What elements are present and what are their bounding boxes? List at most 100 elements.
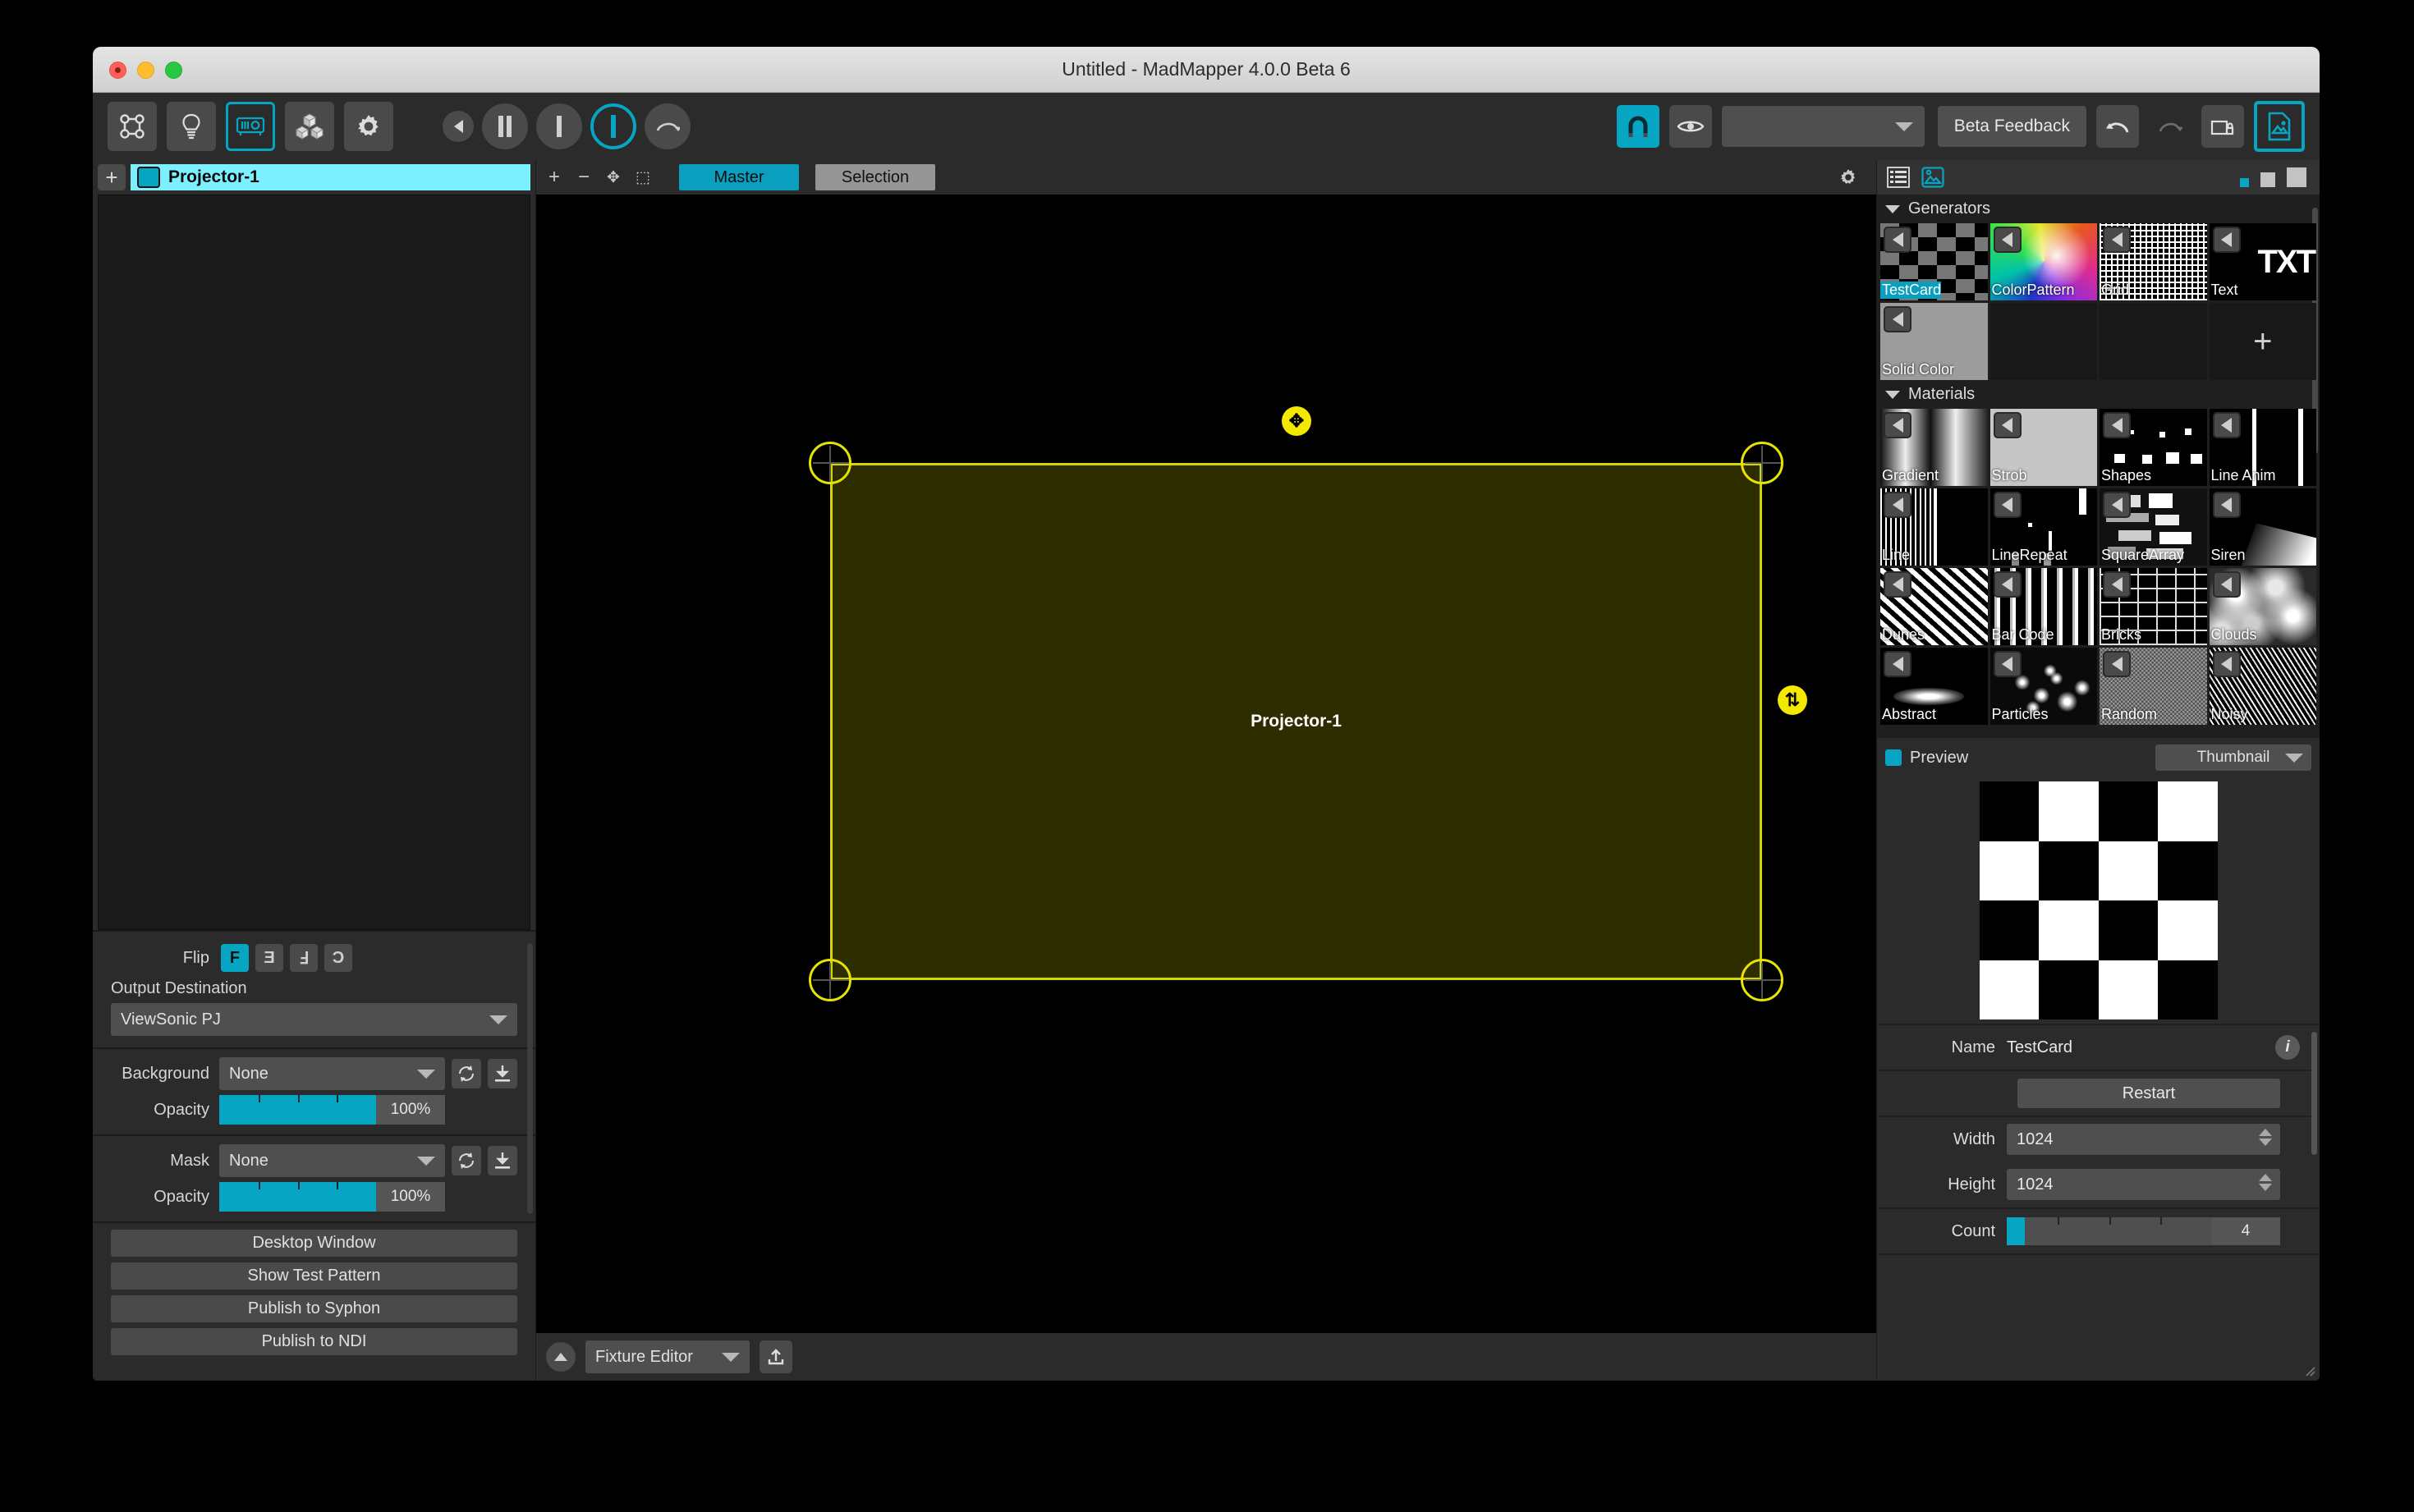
preview-play-icon[interactable] <box>1993 651 2022 677</box>
height-field[interactable]: 1024 <box>2007 1169 2280 1200</box>
material-tile-squarearray[interactable]: SquareArray <box>2100 488 2207 566</box>
size-large-button[interactable] <box>2287 167 2306 187</box>
window-resize-grip[interactable] <box>2300 1361 2316 1377</box>
preview-play-icon[interactable] <box>2103 651 2131 677</box>
preview-play-icon[interactable] <box>2103 412 2131 438</box>
preview-play-icon[interactable] <box>2212 571 2241 598</box>
preview-play-icon[interactable] <box>1993 227 2022 253</box>
snap-magnet-icon[interactable] <box>1616 105 1659 148</box>
material-tile-linerepeat[interactable]: LineRepeat <box>1989 488 2097 566</box>
count-slider[interactable] <box>2007 1217 2211 1245</box>
select-region-icon[interactable]: ⬚ <box>631 166 654 189</box>
minimize-button[interactable] <box>137 62 154 79</box>
layer-list-body[interactable] <box>98 195 530 930</box>
mask-opacity-slider[interactable] <box>219 1182 376 1212</box>
mask-select[interactable]: None <box>219 1144 445 1177</box>
background-download-icon[interactable] <box>488 1059 517 1088</box>
redo-curve-button[interactable] <box>645 103 691 149</box>
output-destination-select[interactable]: ViewSonic PJ <box>111 1003 517 1036</box>
material-tile-line[interactable]: Line <box>1880 488 1988 566</box>
flip-both-button[interactable]: Ⅎ <box>290 944 318 972</box>
height-stepper[interactable] <box>2259 1174 2272 1191</box>
generator-tile-solid-color[interactable]: Solid Color <box>1880 303 1988 380</box>
layer-item-projector-1[interactable]: Projector-1 <box>131 164 530 190</box>
properties-scrollbar[interactable] <box>2311 1032 2317 1155</box>
media-browser-icon[interactable] <box>2254 101 2305 152</box>
material-tile-line-anim[interactable]: Line Anim <box>2209 409 2316 486</box>
library-browser[interactable]: Generators TestCard ColorPattern Grid TX… <box>1877 195 2320 738</box>
material-tile-bricks[interactable]: Bricks <box>2100 568 2207 645</box>
preview-play-icon[interactable] <box>1884 651 1911 677</box>
preview-play-icon[interactable] <box>2103 492 2131 518</box>
tab-master[interactable]: Master <box>679 164 799 190</box>
add-generator-button[interactable]: + <box>2209 303 2316 380</box>
generator-tile-text[interactable]: TXT Text <box>2209 223 2316 300</box>
lock-output-window-icon[interactable] <box>2201 105 2244 148</box>
material-tile-gradient[interactable]: Gradient <box>1880 409 1988 486</box>
preview-play-icon[interactable] <box>2212 651 2241 677</box>
name-value[interactable]: TestCard <box>2007 1038 2072 1057</box>
restart-button[interactable]: Restart <box>2017 1079 2280 1108</box>
surface-corner-handle-tl[interactable] <box>809 442 851 484</box>
preview-play-icon[interactable] <box>1993 492 2022 518</box>
preview-area[interactable] <box>1877 777 2320 1024</box>
preview-play-icon[interactable] <box>1884 492 1911 518</box>
add-surface-icon[interactable]: + <box>543 166 566 189</box>
add-layer-button[interactable]: + <box>98 164 126 190</box>
materials-section-header[interactable]: Materials <box>1877 380 2320 409</box>
preview-play-icon[interactable] <box>2212 227 2241 253</box>
play-cue-button[interactable] <box>590 103 636 149</box>
remove-surface-icon[interactable]: − <box>572 166 595 189</box>
previous-button[interactable] <box>443 111 474 142</box>
mapping-canvas[interactable]: Projector-1 ✥ ⇅ <box>536 195 1876 1333</box>
stop-bar-button[interactable] <box>536 103 582 149</box>
background-opacity-slider[interactable] <box>219 1095 376 1125</box>
size-small-button[interactable] <box>2240 178 2249 187</box>
layer-color-swatch[interactable] <box>137 167 160 188</box>
left-scrollbar[interactable] <box>527 943 533 1214</box>
publish-to-ndi-button[interactable]: Publish to NDI <box>111 1328 517 1355</box>
flip-vertical-button[interactable]: Ɔ <box>324 944 352 972</box>
material-tile-bar-code[interactable]: Bar Code <box>1989 568 2097 645</box>
surfaces-icon[interactable] <box>108 102 157 151</box>
material-tile-noisy[interactable]: Noisy <box>2209 648 2316 725</box>
mask-refresh-icon[interactable] <box>452 1146 481 1175</box>
preview-play-icon[interactable] <box>2212 492 2241 518</box>
preview-color-swatch[interactable] <box>1885 749 1902 766</box>
lights-icon[interactable] <box>167 102 216 151</box>
info-icon[interactable]: i <box>2275 1035 2300 1060</box>
preview-play-icon[interactable] <box>1993 571 2022 598</box>
preview-play-icon[interactable] <box>1993 412 2022 438</box>
material-tile-random[interactable]: Random <box>2100 648 2207 725</box>
surface-move-handle[interactable]: ✥ <box>1282 406 1311 436</box>
material-tile-clouds[interactable]: Clouds <box>2209 568 2316 645</box>
undo-button[interactable] <box>2096 105 2139 148</box>
preview-play-icon[interactable] <box>1884 306 1911 332</box>
preview-play-icon[interactable] <box>1884 412 1911 438</box>
preview-play-icon[interactable] <box>2212 412 2241 438</box>
redo-button[interactable] <box>2149 105 2191 148</box>
mask-download-icon[interactable] <box>488 1146 517 1175</box>
flip-none-button[interactable]: F <box>221 944 249 972</box>
beta-feedback-button[interactable]: Beta Feedback <box>1937 106 2086 147</box>
desktop-window-button[interactable]: Desktop Window <box>111 1230 517 1257</box>
thumbnail-view-icon[interactable] <box>1920 165 1946 190</box>
generator-tile-grid[interactable]: Grid <box>2100 223 2207 300</box>
modules-icon[interactable] <box>285 102 334 151</box>
settings-gear-icon[interactable] <box>344 102 393 151</box>
size-medium-button[interactable] <box>2260 172 2275 187</box>
preview-play-icon[interactable] <box>2103 227 2131 253</box>
publish-to-syphon-button[interactable]: Publish to Syphon <box>111 1295 517 1322</box>
surface-corner-handle-br[interactable] <box>1741 959 1783 1001</box>
show-test-pattern-button[interactable]: Show Test Pattern <box>111 1262 517 1290</box>
close-button[interactable] <box>109 62 126 79</box>
background-select[interactable]: None <box>219 1057 445 1090</box>
preview-mode-select[interactable]: Thumbnail <box>2155 745 2311 771</box>
preview-play-icon[interactable] <box>2103 571 2131 598</box>
background-refresh-icon[interactable] <box>452 1059 481 1088</box>
list-view-icon[interactable] <box>1885 165 1911 190</box>
preview-play-icon[interactable] <box>1884 227 1911 253</box>
material-tile-shapes[interactable]: Shapes <box>2100 409 2207 486</box>
export-upload-icon[interactable] <box>760 1340 792 1373</box>
flip-horizontal-button[interactable]: Ǝ <box>255 944 283 972</box>
